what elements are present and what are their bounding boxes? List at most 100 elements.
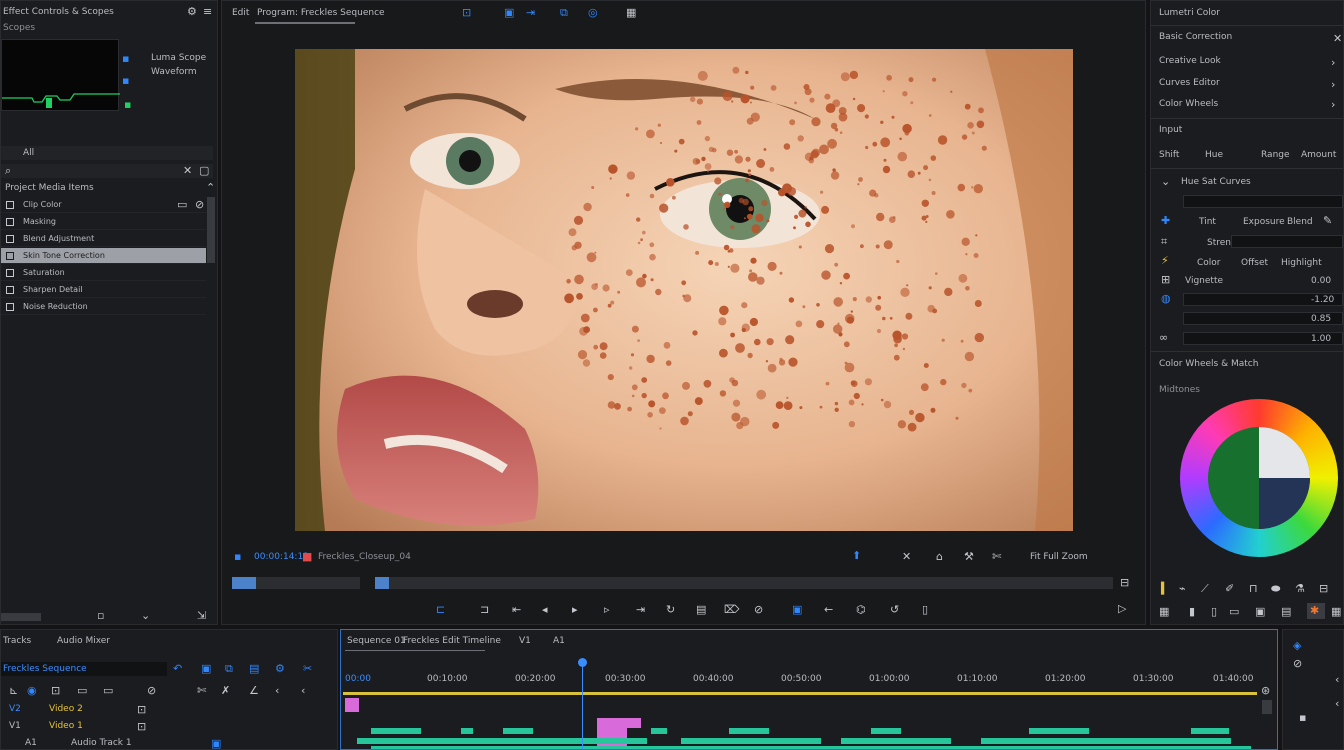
comparison-icon[interactable]: ⧉ [560, 7, 568, 19]
rotate-icon[interactable]: ↺ [890, 604, 899, 616]
clip-teal[interactable] [651, 728, 667, 734]
save-icon[interactable]: ▣ [792, 604, 802, 616]
mute-icon[interactable]: ▭ [103, 685, 113, 697]
track-name[interactable]: V2 [9, 704, 21, 714]
section-row[interactable]: Creative Look [1159, 56, 1221, 66]
list-item[interactable]: Blend Adjustment [1, 231, 206, 247]
mark-in-icon[interactable]: ⊏ [436, 604, 445, 616]
link-toggle-icon[interactable]: ▣ [201, 663, 211, 675]
volume-icon[interactable]: ▣ [211, 738, 221, 750]
meter-toggle-icon[interactable]: ▪ [1299, 712, 1306, 724]
settings-small-icon[interactable]: ⊟ [1120, 577, 1129, 589]
go-to-in-icon[interactable]: ⇤ [512, 604, 521, 616]
horizontal-scrollbar[interactable] [1, 613, 41, 621]
loop-icon[interactable]: ↻ [666, 604, 675, 616]
timeline-tab[interactable]: V1 [519, 636, 531, 646]
work-area-bar[interactable] [343, 692, 1257, 695]
line-tool-icon[interactable]: ⟋ [1201, 583, 1209, 595]
clip-teal[interactable] [1191, 728, 1229, 734]
scope-toggle-icon[interactable]: ▪ [122, 53, 129, 65]
clear-search-icon[interactable]: ✕ [183, 165, 192, 177]
close-panel-icon[interactable]: ✕ [1333, 33, 1342, 45]
track-name[interactable]: A1 [25, 738, 37, 748]
step-back-icon[interactable]: ◂ [542, 604, 548, 616]
sequence-field[interactable]: Freckles Sequence [1, 662, 167, 676]
stack-icon[interactable]: ⊟ [1319, 583, 1328, 595]
ruler[interactable]: 00:00 00:10:00 00:20:00 00:30:00 00:40:0… [341, 674, 1257, 694]
resize-icon[interactable]: ⇲ [197, 610, 206, 622]
vertical-scrollbar[interactable] [1262, 700, 1272, 714]
curve-tool-icon[interactable]: ⌁ [1179, 583, 1186, 595]
timecode[interactable]: 00:00:14:12 [254, 552, 309, 562]
timeline-tab[interactable]: A1 [553, 636, 565, 646]
playhead-line[interactable] [582, 662, 583, 749]
new-bin-icon[interactable]: ▢ [199, 165, 209, 177]
section-row[interactable]: Basic Correction [1159, 32, 1232, 42]
section-row[interactable]: Curves Editor [1159, 78, 1220, 88]
bolt-icon[interactable]: ⚡ [1161, 255, 1169, 267]
list-item[interactable]: Noise Reduction [1, 299, 206, 315]
zoom-icon[interactable]: ▫ [97, 610, 104, 622]
insert-icon[interactable]: ⇥ [526, 7, 535, 19]
button-editor-icon[interactable]: ▷ [1118, 603, 1126, 615]
meter-arrow-icon[interactable]: ‹ [1335, 698, 1339, 710]
meter-icon[interactable]: ◈ [1293, 640, 1301, 652]
clip-teal[interactable] [503, 728, 533, 734]
clip-teal[interactable] [841, 738, 951, 744]
rolling-icon[interactable]: ✗ [221, 685, 230, 697]
search-field[interactable]: ⌕ ✕ ▢ [1, 164, 213, 178]
battery-icon[interactable]: ▯ [922, 604, 928, 616]
scope-marker-icon[interactable]: ▪ [122, 75, 129, 87]
zoom-bar-handle[interactable] [232, 577, 256, 589]
lift-icon[interactable]: ✕ [902, 551, 911, 563]
viewer-tab-edit[interactable]: Edit [232, 8, 249, 18]
settings-icon[interactable]: ⚙ [187, 6, 197, 18]
sort-icon[interactable]: ⌃ [206, 182, 215, 194]
infinity-icon[interactable]: ∞ [1159, 332, 1168, 344]
section-row[interactable]: Color Wheels [1159, 99, 1218, 109]
pink-clip[interactable] [597, 718, 641, 728]
in-point-marker[interactable] [345, 698, 359, 712]
drop-icon[interactable]: ⬬ [1271, 583, 1280, 595]
chevron-down-icon[interactable]: ⌄ [1161, 176, 1170, 188]
mic-icon[interactable]: ⊡ [137, 704, 146, 716]
clip-teal[interactable] [461, 728, 473, 734]
captions-icon[interactable]: ▤ [249, 663, 259, 675]
frame-icon[interactable]: ▣ [1255, 606, 1265, 618]
record-icon[interactable]: ■ [302, 551, 312, 563]
list-item[interactable]: Sharpen Detail [1, 282, 206, 298]
mark-out-icon[interactable]: ⊐ [480, 604, 489, 616]
safe-margins-icon[interactable]: ⊡ [462, 7, 471, 19]
zoom-bar[interactable] [232, 577, 360, 589]
wrench-icon[interactable]: ⚒ [964, 551, 974, 563]
color-wheel[interactable] [1180, 399, 1338, 557]
clip-teal[interactable] [871, 728, 901, 734]
fx-badge-icon[interactable]: ✂ [303, 663, 312, 675]
value-readout[interactable]: 1.00 [1311, 334, 1331, 344]
sort-small-icon[interactable]: ⌄ [141, 610, 150, 622]
filter-bar[interactable]: All [1, 146, 213, 160]
channel-icon[interactable]: ⊞ [1161, 274, 1170, 286]
camera-snapshot-icon[interactable]: ⌬ [856, 604, 866, 616]
marker-add-icon[interactable]: ⧉ [225, 663, 233, 675]
go-to-out-icon[interactable]: ⇥ [636, 604, 645, 616]
chevron-icon[interactable]: › [1331, 99, 1335, 111]
curve-field[interactable] [1183, 195, 1343, 208]
step-forward-icon[interactable]: ▹ [604, 604, 610, 616]
extract-icon[interactable]: ⌂ [936, 551, 943, 563]
bucket-icon[interactable]: ⚗ [1295, 583, 1305, 595]
list-item[interactable]: Clip Color ▭ ⊘ [1, 197, 206, 213]
globe-icon[interactable]: ◍ [1161, 293, 1171, 305]
ripple-icon[interactable]: ✄ [197, 685, 206, 697]
sync-lock-icon[interactable]: ⊡ [51, 685, 60, 697]
row-icon[interactable]: ▭ [1229, 606, 1239, 618]
active-tool[interactable]: ✱ [1307, 603, 1325, 619]
brush-icon[interactable]: ▍ [1161, 583, 1169, 595]
clip-teal[interactable] [681, 738, 821, 744]
strength-field[interactable] [1231, 235, 1343, 248]
export-icon[interactable]: ⌦ [724, 604, 740, 616]
lumetri-scope-icon[interactable]: ◎ [588, 7, 598, 19]
crop-icon[interactable]: ⌗ [1161, 236, 1167, 248]
track-name[interactable]: V1 [9, 721, 21, 731]
play-icon[interactable]: ▸ [572, 604, 578, 616]
